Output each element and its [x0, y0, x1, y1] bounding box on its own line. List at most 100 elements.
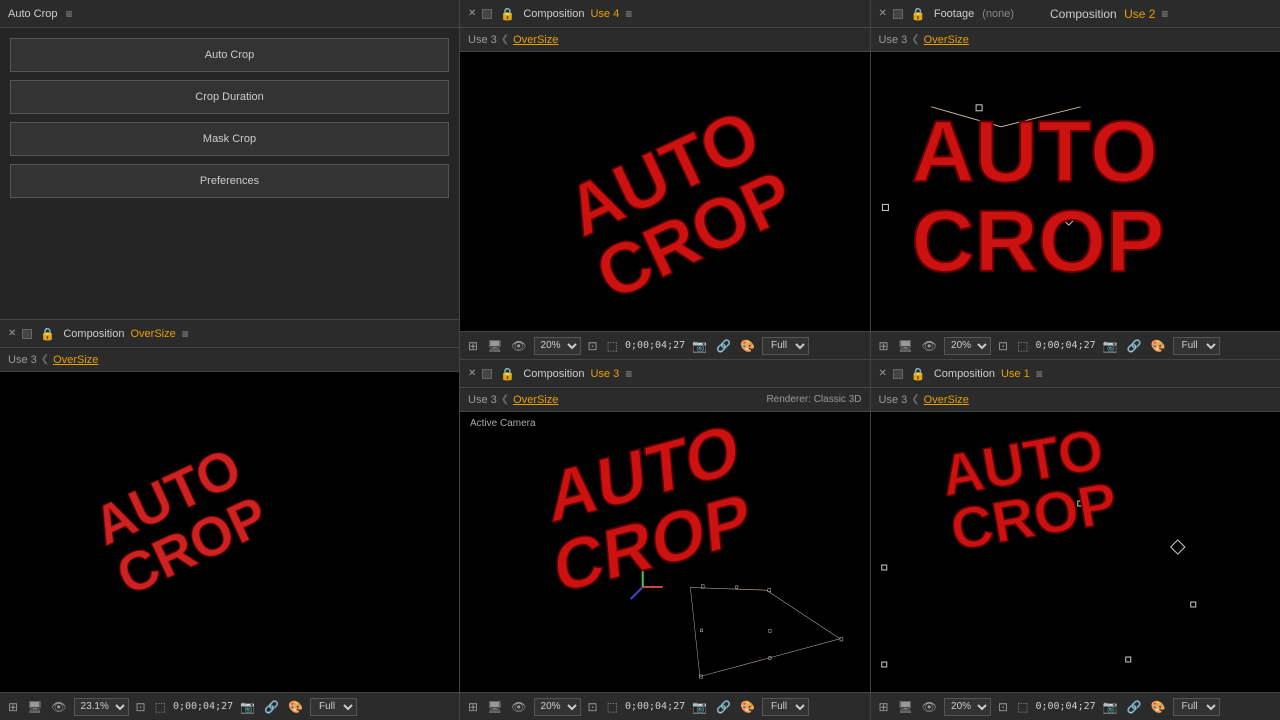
use1-fit-btn[interactable]: ⊡: [996, 699, 1010, 715]
use2-cam-btn[interactable]: 📷: [1101, 338, 1120, 354]
crop-duration-button[interactable]: Crop Duration: [10, 80, 449, 114]
use1-color-btn[interactable]: 🎨: [1149, 699, 1168, 715]
comp-use1-close[interactable]: ✕: [879, 368, 887, 379]
toolbar-color-btn[interactable]: 🎨: [286, 699, 305, 715]
use2-color-btn[interactable]: 🎨: [1149, 338, 1168, 354]
use4-color-btn[interactable]: 🎨: [738, 338, 757, 354]
use1-toolbar-eye[interactable]: 👁: [920, 699, 939, 715]
comp-use4-viewport[interactable]: AUTO CROP: [460, 52, 870, 331]
comp-use4-parent[interactable]: Use 3: [468, 34, 497, 46]
toolbar-fit-btn[interactable]: ⊡: [134, 699, 148, 715]
use2-snap-btn[interactable]: 🔗: [1125, 338, 1144, 354]
use2-quality-select[interactable]: Full: [1173, 337, 1220, 355]
comp-use2-viewport[interactable]: AUTO CROP: [871, 52, 1280, 331]
comp-use4-close[interactable]: ✕: [468, 8, 476, 19]
use3-region-btn[interactable]: ⬚: [605, 699, 620, 715]
use1-snap-btn[interactable]: 🔗: [1125, 699, 1144, 715]
toolbar-region-btn[interactable]: ⬚: [153, 699, 168, 715]
comp-use3-header: ✕ 🔒 Composition Use 3 ≡: [460, 360, 870, 388]
use2-toolbar-eye[interactable]: 👁: [920, 338, 939, 354]
use2-toolbar-grid[interactable]: ⊞: [877, 338, 891, 354]
use3-fit-btn[interactable]: ⊡: [586, 699, 600, 715]
toolbar-cam-btn[interactable]: 📷: [238, 699, 257, 715]
use4-region-btn[interactable]: ⬚: [605, 338, 620, 354]
use3-quality-select[interactable]: Full: [762, 698, 809, 716]
toolbar-monitor-btn[interactable]: 🖥: [25, 699, 44, 715]
comp-use4-menu[interactable]: ≡: [625, 7, 632, 21]
comp-use1-checkbox[interactable]: [893, 369, 903, 379]
comp-use4-checkbox[interactable]: [482, 9, 492, 19]
footage-close[interactable]: ✕: [879, 8, 887, 19]
svg-text:CROP: CROP: [911, 192, 1164, 290]
comp-use1-lock[interactable]: 🔒: [909, 366, 928, 382]
use2-fit-btn[interactable]: ⊡: [996, 338, 1010, 354]
comp-use2-parent[interactable]: Use 3: [879, 34, 908, 46]
preferences-button[interactable]: Preferences: [10, 164, 449, 198]
comp-use3-viewport[interactable]: Active Camera: [460, 412, 870, 692]
use1-zoom-select[interactable]: 20%: [944, 698, 991, 716]
toolbar-grid-btn[interactable]: ⊞: [6, 699, 20, 715]
use4-timecode: 0;00;04;27: [625, 340, 685, 351]
mask-crop-button[interactable]: Mask Crop: [10, 122, 449, 156]
comp-oversize-close[interactable]: ✕: [8, 328, 16, 339]
comp-use3-nav: Use 3 ❮ OverSize Renderer: Classic 3D: [460, 388, 870, 412]
use3-toolbar-eye[interactable]: 👁: [509, 699, 528, 715]
use2-timecode: 0;00;04;27: [1035, 340, 1095, 351]
use4-quality-select[interactable]: Full: [762, 337, 809, 355]
use3-zoom-select[interactable]: 20%: [534, 698, 581, 716]
comp-use1-parent[interactable]: Use 3: [879, 394, 908, 406]
comp-oversize-lock[interactable]: 🔒: [38, 326, 57, 342]
comp-oversize-menu[interactable]: ≡: [182, 327, 189, 341]
comp-use2-current[interactable]: OverSize: [924, 34, 969, 46]
use4-fit-btn[interactable]: ⊡: [586, 338, 600, 354]
comp-oversize-nav-parent[interactable]: Use 3: [8, 354, 37, 366]
use4-toolbar-grid[interactable]: ⊞: [466, 338, 480, 354]
comp-use3-lock[interactable]: 🔒: [498, 366, 517, 382]
use3-toolbar-monitor[interactable]: 🖥: [485, 699, 504, 715]
comp-oversize-viewport[interactable]: AUTO CROP: [0, 372, 459, 692]
use4-toolbar-eye[interactable]: 👁: [509, 338, 528, 354]
comp-use1-current[interactable]: OverSize: [924, 394, 969, 406]
comp-oversize-header: ✕ 🔒 Composition OverSize ≡: [0, 320, 459, 348]
comp-oversize-checkbox[interactable]: [22, 329, 32, 339]
use1-toolbar-monitor[interactable]: 🖥: [896, 699, 915, 715]
use3-toolbar-grid[interactable]: ⊞: [466, 699, 480, 715]
footage-checkbox[interactable]: [893, 9, 903, 19]
comp-use2-label: Composition Use 2: [1050, 7, 1155, 21]
auto-crop-header: Auto Crop ≡: [0, 0, 459, 28]
use1-toolbar-grid[interactable]: ⊞: [877, 699, 891, 715]
comp-use3-close[interactable]: ✕: [468, 368, 476, 379]
auto-crop-button[interactable]: Auto Crop: [10, 38, 449, 72]
toolbar-snap-btn[interactable]: 🔗: [262, 699, 281, 715]
use4-zoom-select[interactable]: 20%: [534, 337, 581, 355]
use1-cam-btn[interactable]: 📷: [1101, 699, 1120, 715]
use3-snap-btn[interactable]: 🔗: [714, 699, 733, 715]
footage-lock[interactable]: 🔒: [909, 6, 928, 22]
footage-paren: (none): [982, 8, 1014, 20]
comp-use4-lock[interactable]: 🔒: [498, 6, 517, 22]
comp-oversize-nav-current[interactable]: OverSize: [53, 354, 98, 366]
auto-crop-menu-icon[interactable]: ≡: [66, 7, 73, 21]
use3-cam-btn[interactable]: 📷: [690, 699, 709, 715]
use1-quality-select[interactable]: Full: [1173, 698, 1220, 716]
comp-use1-viewport[interactable]: AUTO CROP: [871, 412, 1280, 692]
use3-color-btn[interactable]: 🎨: [738, 699, 757, 715]
comp-use3-current[interactable]: OverSize: [513, 394, 558, 406]
use1-region-btn[interactable]: ⬚: [1015, 699, 1030, 715]
use4-cam-btn[interactable]: 📷: [690, 338, 709, 354]
comp-use3-checkbox[interactable]: [482, 369, 492, 379]
use2-region-btn[interactable]: ⬚: [1015, 338, 1030, 354]
use2-zoom-select[interactable]: 20%: [944, 337, 991, 355]
toolbar-eye-btn[interactable]: 👁: [49, 699, 68, 715]
comp-use1-menu[interactable]: ≡: [1036, 367, 1043, 381]
comp-use2-menu[interactable]: ≡: [1161, 7, 1168, 21]
use4-snap-btn[interactable]: 🔗: [714, 338, 733, 354]
comp-use1-svg: AUTO CROP: [871, 412, 1280, 692]
use4-toolbar-monitor[interactable]: 🖥: [485, 338, 504, 354]
comp-use4-current[interactable]: OverSize: [513, 34, 558, 46]
use2-toolbar-monitor[interactable]: 🖥: [896, 338, 915, 354]
toolbar-quality-select[interactable]: Full: [310, 698, 357, 716]
toolbar-zoom-select[interactable]: 23.1%: [74, 698, 129, 716]
comp-use3-menu[interactable]: ≡: [625, 367, 632, 381]
comp-use3-parent[interactable]: Use 3: [468, 394, 497, 406]
